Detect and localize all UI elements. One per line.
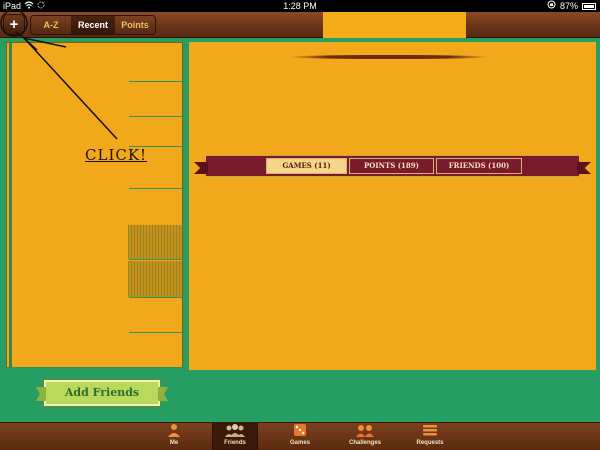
segment-points[interactable]: Points <box>115 16 155 34</box>
battery-percent: 87% <box>559 1 578 11</box>
list-divider <box>129 81 183 82</box>
tab-requests-label: Requests <box>416 440 444 446</box>
person-icon <box>151 423 197 440</box>
battery-icon <box>582 2 596 10</box>
tab-friends[interactable]: FRIENDS (100) <box>436 158 522 174</box>
tab-friends-nav[interactable]: Friends <box>212 423 258 450</box>
add-button[interactable]: + <box>3 14 25 35</box>
tab-challenges-nav[interactable]: Challenges <box>342 423 388 450</box>
list-item-placeholder <box>128 225 182 259</box>
list-icon <box>407 423 453 440</box>
status-bar: iPad 1:28 PM 87% <box>0 0 600 12</box>
tab-games-nav[interactable]: Games <box>277 423 323 450</box>
sort-segmented-control: A-Z Recent Points <box>30 15 156 35</box>
list-divider <box>129 297 183 298</box>
main-content-panel: GAMES (11) POINTS (189) FRIENDS (100) <box>189 42 596 370</box>
list-bottom-border <box>7 367 183 368</box>
click-annotation-label: CLICK! <box>85 146 148 164</box>
top-toolbar: + A-Z Recent Points <box>0 12 600 38</box>
status-time: 1:28 PM <box>283 1 317 11</box>
list-divider <box>129 259 183 260</box>
friends-icon <box>213 423 257 440</box>
tab-me[interactable]: Me <box>151 423 197 450</box>
tab-points[interactable]: POINTS (189) <box>349 158 434 174</box>
lock-rotation-icon <box>547 0 556 12</box>
challenges-icon <box>342 423 388 440</box>
segment-recent[interactable]: Recent <box>71 16 115 34</box>
list-item-placeholder <box>128 261 182 297</box>
panel-edge-stripe <box>9 43 12 367</box>
tab-requests-nav[interactable]: Requests <box>407 423 453 450</box>
friends-list-panel[interactable] <box>6 42 183 368</box>
status-right: 87% <box>547 0 596 12</box>
tab-games-label: Games <box>289 440 310 446</box>
list-divider <box>129 116 183 117</box>
dice-icon <box>277 423 323 440</box>
title-area <box>323 12 466 38</box>
title-underline <box>289 55 489 59</box>
bottom-tab-bar: Me Friends Games Challenges Requests <box>0 422 600 450</box>
list-divider <box>129 188 183 189</box>
add-friends-button[interactable]: Add Friends <box>43 379 161 407</box>
tab-me-label: Me <box>169 440 179 446</box>
stats-tab-strip: GAMES (11) POINTS (189) FRIENDS (100) <box>206 155 579 177</box>
tab-games[interactable]: GAMES (11) <box>266 158 347 174</box>
list-divider <box>129 332 183 333</box>
tab-challenges-label: Challenges <box>348 440 381 446</box>
stats-tabs: GAMES (11) POINTS (189) FRIENDS (100) <box>266 158 522 174</box>
segment-a-z[interactable]: A-Z <box>31 16 71 34</box>
tab-friends-label: Friends <box>224 440 246 446</box>
